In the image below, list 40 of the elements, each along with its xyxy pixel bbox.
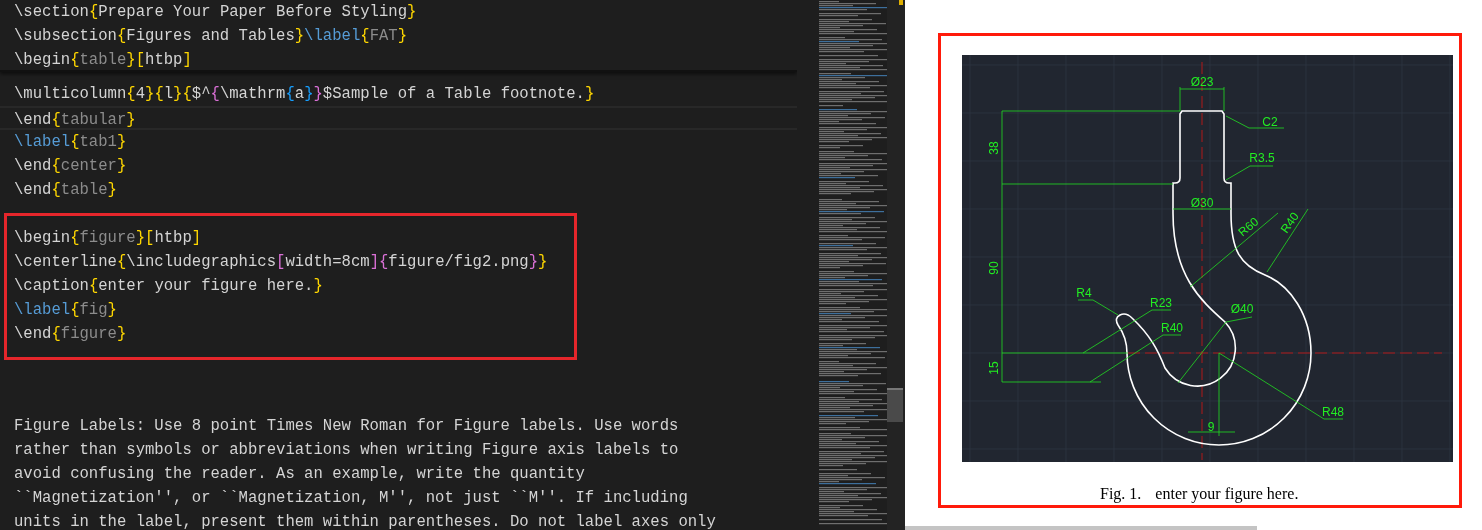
dimension-label: R4 (1076, 286, 1092, 300)
dimension-label: C2 (1262, 115, 1278, 129)
dimension-label: R23 (1150, 296, 1172, 310)
code-line: rather than symbols or abbreviations when writing Figure axis labels to (13, 440, 680, 461)
code-line: \label{fig} (14, 300, 118, 321)
horizontal-scrollbar[interactable] (905, 526, 1257, 530)
dimension-line (1172, 208, 1232, 210)
dimension-label: 38 (987, 141, 1001, 155)
code-line: avoid confusing the reader. As an example, write the quantity (13, 464, 586, 485)
code-line: \begin{table}[htbp] (13, 50, 193, 71)
dimension-label: R3.5 (1249, 151, 1275, 165)
code-line: \subsection{Figures and Tables}\label{FAT} (13, 26, 409, 47)
code-line: \end{center} (13, 156, 128, 177)
code-line: \begin{figure}[htbp] (14, 228, 203, 249)
dimension-label: Ø23 (1190, 75, 1214, 89)
dimension-label: R48 (1322, 405, 1344, 419)
dimension-label: R40 (1161, 321, 1183, 335)
caption-label: Fig. 1. (1100, 484, 1142, 504)
code-line: \end{figure} (14, 324, 128, 345)
dimension-label: R60 (1235, 214, 1262, 240)
dimension-label: Ø40 (1230, 302, 1254, 316)
code-line: \end{tabular} (0, 106, 797, 130)
code-line: \section{Prepare Your Paper Before Styling} (13, 2, 418, 23)
code-line: \label{tab1} (13, 132, 128, 153)
dimension-line (1225, 115, 1285, 129)
caption-text: enter your figure here. (1155, 484, 1299, 504)
code-line: \centerline{\includegraphics[width=8cm]{figure/fig2.png}} (14, 252, 549, 273)
code-line: Figure Labels: Use 8 point Times New Roman for Figure labels. Use words (13, 416, 680, 437)
dimension-label: 9 (1207, 420, 1215, 434)
dimension-label: 90 (987, 261, 1001, 275)
code-line: ``Magnetization'', or ``Magnetization, M'', not just ``M''. If including (13, 488, 689, 509)
scrollbar-thumb[interactable] (887, 388, 903, 422)
dimension-label: 15 (987, 361, 1001, 375)
dimension-line (1225, 165, 1274, 181)
dimension-label: Ø30 (1190, 196, 1214, 210)
code-line: \caption{enter your figure here.} (14, 276, 324, 297)
code-line: \multicolumn{4}{l}{$^{\mathrm{a}}$Sample of a Table footnote.} (13, 84, 596, 105)
scroll-marker (899, 0, 903, 5)
code-line: units in the label, present them within parentheses. Do not label axes only (13, 512, 717, 530)
code-line: \end{table} (13, 180, 118, 201)
